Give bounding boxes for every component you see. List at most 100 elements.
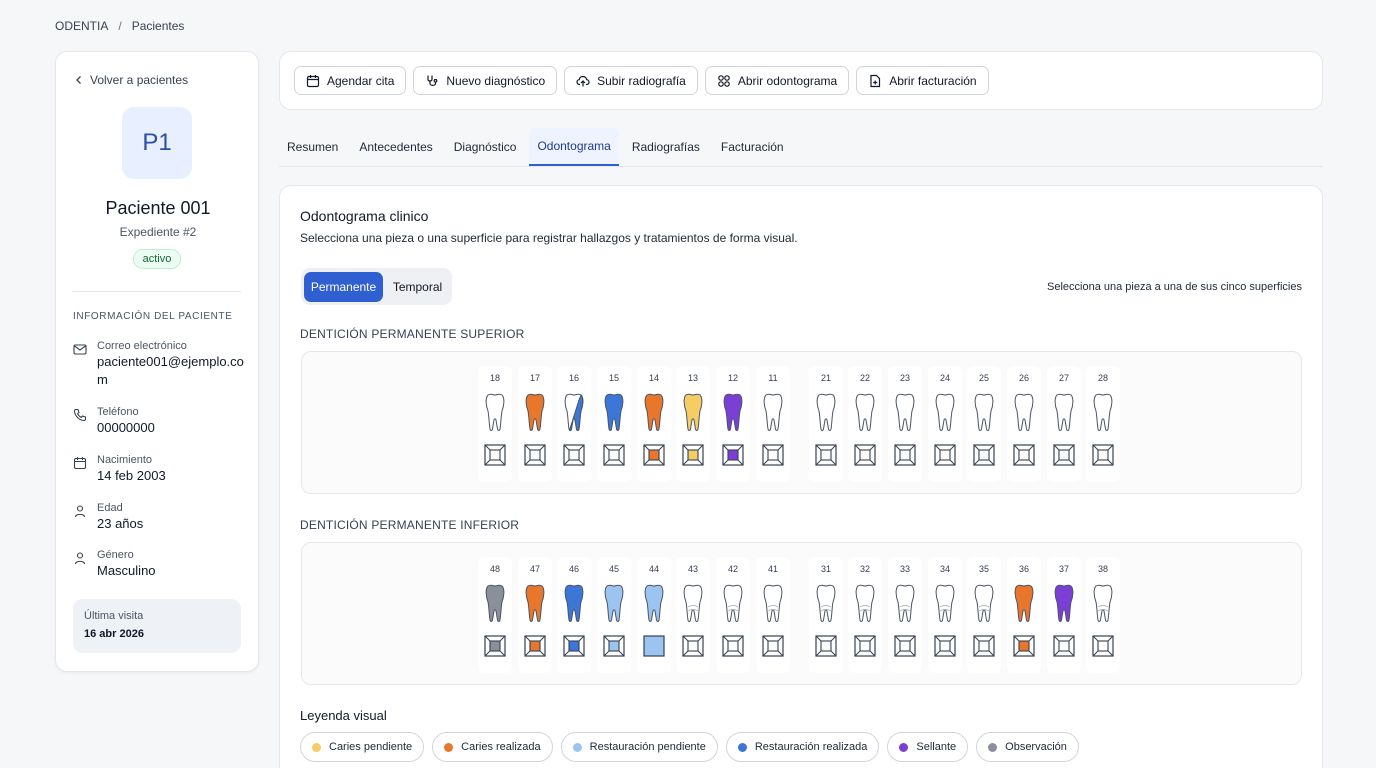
surface-selector[interactable]	[524, 635, 546, 657]
surface-selector[interactable]	[1013, 635, 1035, 657]
surface-selector[interactable]	[973, 444, 995, 466]
tooth-icon[interactable]	[1092, 583, 1114, 623]
tooth-icon[interactable]	[934, 583, 956, 623]
surface-selector[interactable]	[563, 635, 585, 657]
tooth-26[interactable]: 26	[1007, 366, 1041, 482]
tooth-15[interactable]: 15	[597, 366, 631, 482]
surface-selector[interactable]	[934, 444, 956, 466]
tooth-icon[interactable]	[973, 392, 995, 432]
tooth-35[interactable]: 35	[967, 557, 1001, 673]
tooth-12[interactable]: 12	[716, 366, 750, 482]
surface-selector[interactable]	[854, 444, 876, 466]
tooth-28[interactable]: 28	[1086, 366, 1120, 482]
tooth-23[interactable]: 23	[888, 366, 922, 482]
tooth-37[interactable]: 37	[1047, 557, 1081, 673]
surface-selector[interactable]	[973, 635, 995, 657]
tooth-icon[interactable]	[524, 583, 546, 623]
tooth-41[interactable]: 41	[756, 557, 790, 673]
surface-selector[interactable]	[484, 635, 506, 657]
tooth-icon[interactable]	[643, 583, 665, 623]
tooth-25[interactable]: 25	[967, 366, 1001, 482]
tooth-icon[interactable]	[762, 583, 784, 623]
surface-selector[interactable]	[1092, 635, 1114, 657]
tooth-icon[interactable]	[894, 392, 916, 432]
surface-selector[interactable]	[1013, 444, 1035, 466]
breadcrumb-root[interactable]: ODENTIA	[55, 19, 108, 33]
tooth-45[interactable]: 45	[597, 557, 631, 673]
tooth-icon[interactable]	[524, 392, 546, 432]
tooth-icon[interactable]	[563, 583, 585, 623]
open-odontogram-button[interactable]: Abrir odontograma	[704, 66, 850, 95]
tooth-icon[interactable]	[1013, 392, 1035, 432]
tooth-33[interactable]: 33	[888, 557, 922, 673]
tooth-21[interactable]: 21	[809, 366, 843, 482]
upload-xray-button[interactable]: Subir radiografía	[564, 66, 698, 95]
tooth-44[interactable]: 44	[637, 557, 671, 673]
surface-selector[interactable]	[603, 444, 625, 466]
tab-summary[interactable]: Resumen	[279, 128, 346, 166]
tooth-icon[interactable]	[854, 583, 876, 623]
tooth-38[interactable]: 38	[1086, 557, 1120, 673]
tooth-18[interactable]: 18	[478, 366, 512, 482]
tooth-icon[interactable]	[815, 392, 837, 432]
tooth-icon[interactable]	[722, 392, 744, 432]
tooth-42[interactable]: 42	[716, 557, 750, 673]
tooth-icon[interactable]	[484, 583, 506, 623]
tooth-22[interactable]: 22	[848, 366, 882, 482]
back-to-patients-link[interactable]: Volver a pacientes	[74, 73, 188, 87]
tooth-24[interactable]: 24	[928, 366, 962, 482]
tooth-icon[interactable]	[603, 583, 625, 623]
surface-selector[interactable]	[894, 444, 916, 466]
toggle-permanent[interactable]: Permanente	[304, 271, 383, 302]
surface-selector[interactable]	[603, 635, 625, 657]
tooth-icon[interactable]	[603, 392, 625, 432]
tooth-47[interactable]: 47	[518, 557, 552, 673]
tooth-icon[interactable]	[973, 583, 995, 623]
tooth-46[interactable]: 46	[557, 557, 591, 673]
open-billing-button[interactable]: Abrir facturación	[856, 66, 989, 95]
tooth-48[interactable]: 48	[478, 557, 512, 673]
tooth-icon[interactable]	[682, 583, 704, 623]
tooth-icon[interactable]	[682, 392, 704, 432]
tooth-icon[interactable]	[1092, 392, 1114, 432]
surface-selector[interactable]	[682, 444, 704, 466]
tooth-icon[interactable]	[1053, 583, 1075, 623]
surface-selector[interactable]	[1053, 444, 1075, 466]
tooth-icon[interactable]	[854, 392, 876, 432]
tooth-icon[interactable]	[894, 583, 916, 623]
surface-selector[interactable]	[1053, 635, 1075, 657]
surface-selector[interactable]	[722, 635, 744, 657]
tooth-31[interactable]: 31	[809, 557, 843, 673]
tooth-icon[interactable]	[563, 392, 585, 432]
new-diagnosis-button[interactable]: Nuevo diagnóstico	[413, 66, 558, 95]
tooth-icon[interactable]	[643, 392, 665, 432]
toggle-temporary[interactable]: Temporal	[386, 272, 449, 302]
schedule-appointment-button[interactable]: Agendar cita	[294, 66, 407, 95]
surface-selector[interactable]	[762, 444, 784, 466]
tab-odontogram[interactable]: Odontograma	[529, 128, 619, 166]
surface-selector[interactable]	[643, 444, 665, 466]
tooth-icon[interactable]	[1013, 583, 1035, 623]
tooth-34[interactable]: 34	[928, 557, 962, 673]
tab-billing[interactable]: Facturación	[713, 128, 792, 166]
tooth-icon[interactable]	[815, 583, 837, 623]
tooth-36[interactable]: 36	[1007, 557, 1041, 673]
tooth-14[interactable]: 14	[637, 366, 671, 482]
tooth-16[interactable]: 16	[557, 366, 591, 482]
tooth-icon[interactable]	[1053, 392, 1075, 432]
surface-selector[interactable]	[854, 635, 876, 657]
surface-selector[interactable]	[894, 635, 916, 657]
surface-selector[interactable]	[643, 635, 665, 657]
tab-history[interactable]: Antecedentes	[351, 128, 440, 166]
tooth-27[interactable]: 27	[1047, 366, 1081, 482]
tab-diagnosis[interactable]: Diagnóstico	[446, 128, 525, 166]
tooth-icon[interactable]	[934, 392, 956, 432]
tooth-13[interactable]: 13	[676, 366, 710, 482]
surface-selector[interactable]	[682, 635, 704, 657]
tooth-17[interactable]: 17	[518, 366, 552, 482]
tooth-32[interactable]: 32	[848, 557, 882, 673]
tooth-icon[interactable]	[762, 392, 784, 432]
breadcrumb-current[interactable]: Pacientes	[132, 19, 185, 33]
surface-selector[interactable]	[815, 635, 837, 657]
surface-selector[interactable]	[722, 444, 744, 466]
